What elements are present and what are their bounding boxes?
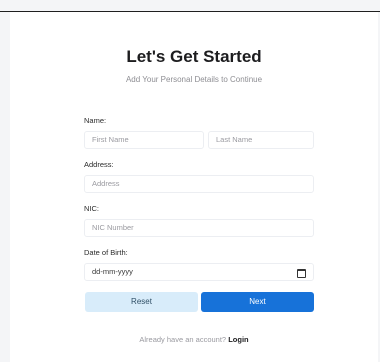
first-name-placeholder: First Name [92, 135, 129, 144]
nic-input[interactable]: NIC Number [84, 219, 314, 237]
signup-card: Let's Get Started Add Your Personal Deta… [10, 12, 378, 362]
address-label: Address: [84, 160, 114, 169]
top-bar [0, 0, 380, 12]
page-subtitle: Add Your Personal Details to Continue [125, 75, 263, 84]
first-name-input[interactable]: First Name [84, 131, 204, 149]
last-name-placeholder: Last Name [216, 135, 253, 144]
dob-label: Date of Birth: [84, 248, 128, 257]
footer: Already have an account? Login [10, 335, 378, 344]
next-button[interactable]: Next [201, 292, 314, 312]
dob-value: dd-mm-yyyy [92, 267, 133, 276]
nic-label: NIC: [84, 204, 99, 213]
calendar-icon[interactable] [297, 269, 306, 278]
last-name-input[interactable]: Last Name [208, 131, 314, 149]
reset-button[interactable]: Reset [85, 292, 198, 312]
nic-placeholder: NIC Number [92, 223, 134, 232]
dob-input[interactable]: dd-mm-yyyy [84, 263, 314, 281]
login-link[interactable]: Login [228, 335, 248, 344]
name-label: Name: [84, 116, 107, 125]
page-title: Let's Get Started [126, 47, 262, 66]
address-input[interactable]: Address [84, 175, 314, 193]
address-placeholder: Address [92, 179, 120, 188]
footer-prompt: Already have an account? [139, 335, 227, 344]
